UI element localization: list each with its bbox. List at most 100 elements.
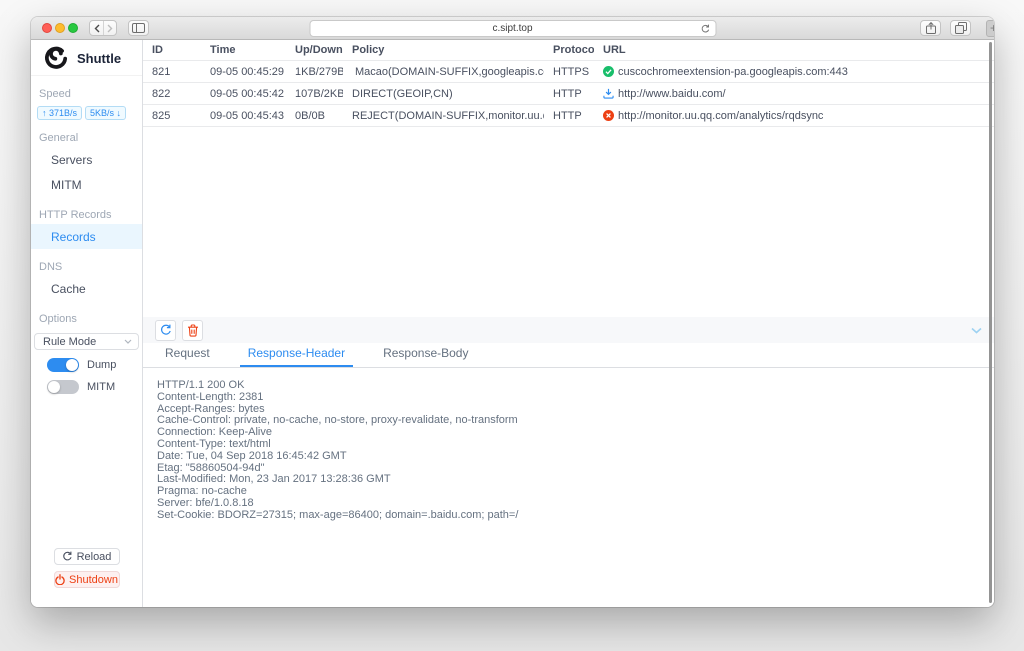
sidebar-toggle-icon — [132, 23, 145, 33]
section-label-http-records: HTTP Records — [39, 209, 112, 221]
section-label-options: Options — [39, 313, 77, 325]
cell-updown: 107B/2KB — [295, 87, 343, 100]
scrollbar[interactable] — [989, 42, 992, 603]
header-line: Pragma: no-cache — [157, 485, 247, 498]
header-line: Content-Length: 2381 — [157, 390, 264, 403]
delete-button[interactable] — [182, 319, 203, 341]
table-row[interactable]: 822 09-05 00:45:42 107B/2KB DIRECT(GEOIP… — [143, 83, 994, 105]
section-label-dns: DNS — [39, 261, 63, 273]
col-header-policy: Policy — [352, 44, 385, 56]
shuttle-logo-icon — [45, 46, 68, 69]
tab-overview-button[interactable] — [950, 20, 971, 36]
cell-protocol: HTTP — [553, 87, 582, 100]
table-row[interactable]: 825 09-05 00:45:43 0B/0B REJECT(DOMAIN-S… — [143, 105, 994, 127]
cell-url: http://monitor.uu.qq.com/analytics/rqdsy… — [594, 110, 994, 122]
col-header-updown: Up/Down — [295, 44, 343, 56]
mode-select-value: Rule Mode — [43, 335, 97, 348]
header-line: Set-Cookie: BDORZ=27315; max-age=86400; … — [157, 508, 519, 521]
col-header-id: ID — [152, 44, 163, 56]
mitm-toggle[interactable] — [47, 380, 79, 394]
zoom-window-button[interactable] — [68, 23, 78, 33]
tab-overview-icon — [954, 22, 967, 34]
new-tab-button[interactable]: + — [986, 20, 994, 37]
reload-button[interactable]: Reload — [53, 548, 120, 565]
tab-response-header[interactable]: Response-Header — [239, 346, 354, 367]
col-header-protocol: Protocol — [553, 44, 594, 56]
collapse-chevron-icon — [971, 327, 982, 334]
header-line: Content-Type: text/html — [157, 437, 271, 450]
success-icon — [603, 66, 614, 77]
mitm-toggle-row: MITM — [31, 372, 142, 394]
shutdown-button[interactable]: Shutdown — [53, 571, 120, 588]
share-button[interactable] — [920, 20, 941, 36]
cell-url-text: http://www.baidu.com/ — [618, 87, 726, 100]
section-label-general: General — [39, 132, 79, 144]
sidebar-item-mitm[interactable]: MITM — [31, 172, 142, 197]
table-row[interactable]: 821 09-05 00:45:29 1KB/279B Macao(DOMAIN… — [143, 61, 994, 83]
toggle-knob — [48, 381, 60, 393]
sidebar-action-buttons: Reload Shutdown — [31, 548, 142, 588]
app-header: Shuttle — [31, 40, 142, 76]
cell-updown: 0B/0B — [295, 109, 325, 122]
cell-policy-text: REJECT(DOMAIN-SUFFIX,monitor.uu.qq.com) — [352, 109, 544, 122]
cell-policy: DIRECT(GEOIP,CN) — [343, 88, 544, 100]
trash-icon — [187, 323, 198, 337]
download-icon — [603, 88, 614, 99]
browser-window: c.sipt.top + Shuttle Speed ↑ 371B/s 5KB/… — [31, 17, 994, 607]
header-line: Server: bfe/1.0.8.18 — [157, 496, 254, 509]
sidebar: Shuttle Speed ↑ 371B/s 5KB/s ↓ General S… — [31, 40, 143, 607]
records-panel: ID Time Up/Down Policy Protocol URL 821 … — [143, 40, 994, 607]
cell-policy-text: Macao(DOMAIN-SUFFIX,googleapis.com) — [355, 65, 544, 78]
toggle-knob — [66, 359, 78, 371]
window-controls — [42, 23, 78, 33]
dump-toggle[interactable] — [47, 358, 79, 372]
cell-time: 09-05 00:45:43 — [210, 109, 285, 122]
page-reload-button[interactable] — [700, 24, 710, 37]
cell-id: 822 — [152, 87, 171, 100]
cell-protocol: HTTPS — [553, 65, 590, 78]
collapse-panel-button[interactable] — [971, 327, 982, 334]
refresh-icon — [160, 324, 171, 335]
sidebar-item-servers[interactable]: Servers — [31, 147, 142, 172]
address-bar[interactable]: c.sipt.top — [309, 20, 716, 37]
app-title: Shuttle — [77, 50, 122, 66]
reload-button-label: Reload — [76, 550, 112, 563]
tab-response-body[interactable]: Response-Body — [375, 346, 476, 367]
header-line: Last-Modified: Mon, 23 Jan 2017 13:28:36… — [157, 473, 391, 486]
forward-icon — [107, 24, 113, 32]
cell-policy-text: DIRECT(GEOIP,CN) — [352, 87, 453, 100]
refresh-button[interactable] — [155, 319, 176, 341]
chevron-down-icon — [124, 339, 132, 344]
sidebar-item-cache[interactable]: Cache — [31, 276, 142, 301]
history-nav-buttons — [89, 20, 117, 36]
back-button[interactable] — [90, 21, 103, 35]
records-table-header: ID Time Up/Down Policy Protocol URL — [143, 40, 994, 61]
reload-icon — [62, 551, 72, 561]
cell-time: 09-05 00:45:29 — [210, 65, 285, 78]
sidebar-item-records[interactable]: Records — [31, 224, 142, 249]
dump-toggle-row: Dump — [31, 350, 142, 372]
mitm-toggle-label: MITM — [87, 381, 116, 393]
upload-speed-badge: ↑ 371B/s — [37, 106, 83, 120]
forward-button[interactable] — [103, 21, 116, 35]
close-window-button[interactable] — [42, 23, 52, 33]
cell-protocol: HTTP — [553, 109, 582, 122]
header-line: Cache-Control: private, no-cache, no-sto… — [157, 414, 518, 427]
cell-url: http://www.baidu.com/ — [594, 88, 994, 100]
cell-policy: Macao(DOMAIN-SUFFIX,googleapis.com) — [343, 66, 544, 78]
tab-request[interactable]: Request — [157, 346, 218, 367]
mode-select[interactable]: Rule Mode — [34, 333, 139, 350]
response-header-content: HTTP/1.1 200 OK Content-Length: 2381 Acc… — [143, 368, 994, 607]
table-empty-area — [143, 127, 994, 317]
dump-toggle-label: Dump — [87, 359, 117, 371]
address-bar-url: c.sipt.top — [492, 23, 533, 34]
error-icon — [603, 110, 614, 121]
detail-tabs: Request Response-Header Response-Body — [143, 343, 994, 368]
browser-titlebar: c.sipt.top + — [31, 17, 994, 40]
sidebar-toggle-button[interactable] — [128, 20, 149, 36]
cell-policy: REJECT(DOMAIN-SUFFIX,monitor.uu.qq.com) — [343, 110, 544, 122]
minimize-window-button[interactable] — [55, 23, 65, 33]
header-line: HTTP/1.1 200 OK — [157, 379, 245, 391]
col-header-time: Time — [210, 44, 236, 56]
